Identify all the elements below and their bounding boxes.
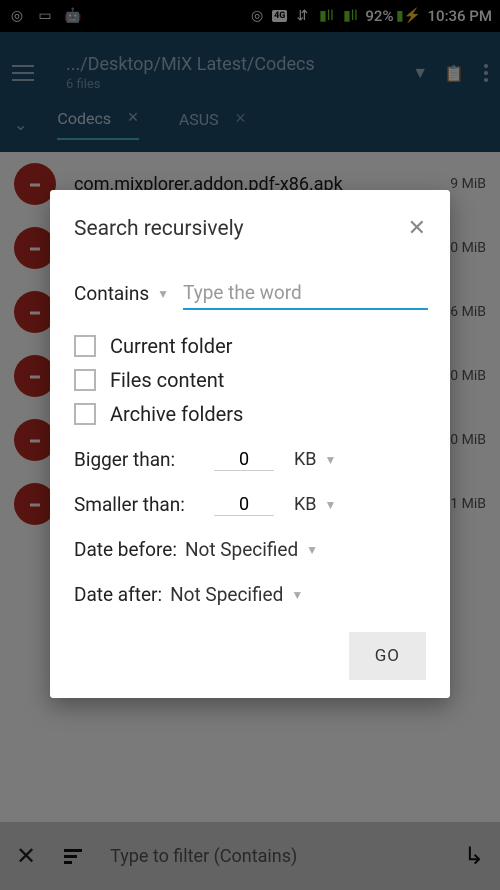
- checkbox-icon: [74, 403, 96, 425]
- checkbox-icon: [74, 369, 96, 391]
- match-type-selector[interactable]: Contains: [74, 282, 149, 305]
- smaller-than-input[interactable]: [214, 494, 274, 516]
- chevron-down-icon: ▼: [306, 543, 318, 557]
- dialog-title: Search recursively: [74, 217, 408, 241]
- checkbox-label: Current folder: [110, 334, 232, 358]
- unit-selector[interactable]: KB: [294, 494, 317, 515]
- search-input[interactable]: [183, 277, 428, 310]
- go-button[interactable]: GO: [349, 632, 426, 680]
- chevron-down-icon: ▼: [325, 498, 337, 512]
- chevron-down-icon: ▼: [291, 588, 303, 602]
- date-after-label: Date after:: [74, 583, 162, 606]
- chevron-down-icon: ▼: [157, 287, 169, 301]
- search-dialog: Search recursively ✕ Contains ▼ Current …: [50, 190, 450, 698]
- bigger-than-input[interactable]: [214, 449, 274, 471]
- unit-selector[interactable]: KB: [294, 449, 317, 470]
- checkbox-archive-folders[interactable]: Archive folders: [74, 402, 426, 426]
- checkbox-current-folder[interactable]: Current folder: [74, 334, 426, 358]
- checkbox-label: Archive folders: [110, 402, 243, 426]
- smaller-than-label: Smaller than:: [74, 493, 214, 516]
- checkbox-files-content[interactable]: Files content: [74, 368, 426, 392]
- close-dialog-button[interactable]: ✕: [408, 216, 426, 241]
- chevron-down-icon: ▼: [325, 453, 337, 467]
- checkbox-icon: [74, 335, 96, 357]
- checkbox-label: Files content: [110, 368, 224, 392]
- date-before-label: Date before:: [74, 538, 177, 561]
- date-before-selector[interactable]: Not Specified: [185, 538, 298, 561]
- bigger-than-label: Bigger than:: [74, 448, 214, 471]
- date-after-selector[interactable]: Not Specified: [170, 583, 283, 606]
